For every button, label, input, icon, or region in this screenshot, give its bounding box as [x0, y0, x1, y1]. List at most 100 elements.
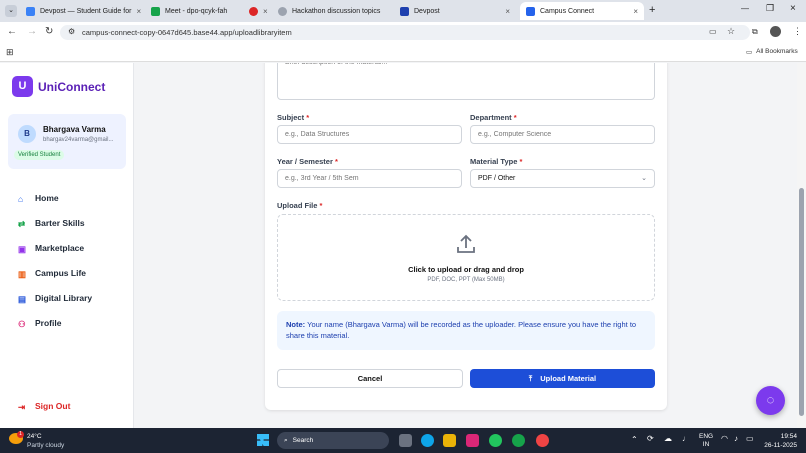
install-icon[interactable]: ▭	[709, 27, 717, 36]
year-label-text: Year / Semester	[277, 157, 333, 166]
profile-avatar[interactable]	[770, 26, 781, 37]
user-name: Bhargava Varma	[43, 125, 106, 134]
all-bookmarks-label: All Bookmarks	[756, 48, 798, 55]
sign-out-button[interactable]: ⇥ Sign Out	[18, 401, 70, 412]
subject-label: Subject *	[277, 113, 309, 122]
microphone-icon[interactable]: ♩	[682, 434, 690, 443]
weather-text: Partly cloudy	[27, 442, 65, 449]
upload-hint: PDF, DOC, PPT (Max 50MB)	[427, 277, 505, 283]
language-code: ENG	[699, 433, 714, 440]
tab-recording[interactable]: ×	[243, 2, 268, 20]
chrome-icon[interactable]	[536, 434, 549, 447]
language-indicator[interactable]: ENG IN	[699, 433, 713, 449]
meet-favicon-icon	[151, 6, 160, 16]
tab-campus-connect[interactable]: Campus Connect ×	[520, 2, 644, 20]
bookmark-star-icon[interactable]: ☆	[727, 26, 735, 37]
user-card[interactable]: B Bhargava Varma bhargav24varma@gmail...…	[8, 114, 126, 169]
nav-barter-skills[interactable]: ⇄ Barter Skills	[18, 218, 85, 229]
site-info-icon[interactable]: ⚙	[68, 27, 75, 36]
taskbar-search[interactable]: ⌕ Search	[277, 432, 389, 449]
description-textarea[interactable]	[277, 63, 655, 100]
material-type-select[interactable]: PDF / Other ⌄	[470, 169, 655, 188]
clock[interactable]: 19:54 26-11-2025	[761, 432, 797, 450]
material-type-value: PDF / Other	[478, 175, 516, 182]
minimize-icon[interactable]: —	[741, 4, 749, 13]
clock-time: 19:54	[780, 433, 797, 440]
sidebar: U UniConnect B Bhargava Varma bhargav24v…	[0, 63, 134, 428]
app-name[interactable]: UniConnect	[38, 80, 105, 94]
home-icon: ⌂	[18, 193, 24, 204]
weather-badge: 1	[17, 431, 24, 438]
nav-home[interactable]: ⌂ Home	[18, 193, 59, 204]
chevron-down-icon: ⌄	[641, 175, 647, 182]
subject-input[interactable]	[277, 125, 462, 144]
nav-profile[interactable]: ⚇ Profile	[18, 318, 62, 329]
department-input[interactable]	[470, 125, 655, 144]
note-label: Note:	[286, 320, 306, 329]
tab-devpost[interactable]: Devpost ×	[394, 2, 516, 20]
apps-grid-icon[interactable]: ⊞	[6, 47, 14, 58]
windows-start-icon[interactable]	[257, 434, 269, 446]
devpost-favicon-icon	[400, 6, 409, 16]
nav-marketplace[interactable]: ▣ Marketplace	[18, 243, 84, 254]
chat-icon[interactable]: ◌	[756, 386, 785, 415]
forward-icon[interactable]: →	[27, 26, 37, 37]
window-close-icon[interactable]: ×	[790, 3, 796, 14]
wifi-icon[interactable]: ◠	[721, 434, 728, 443]
task-view-icon[interactable]	[399, 434, 412, 447]
nav-digital-library[interactable]: ▤ Digital Library	[18, 293, 92, 304]
required-mark: *	[519, 157, 523, 166]
spotify-icon[interactable]	[489, 434, 502, 447]
upload-material-button[interactable]: ⤒ Upload Material	[470, 369, 655, 388]
all-bookmarks[interactable]: ▭ All Bookmarks	[746, 48, 798, 56]
tab-meet[interactable]: Meet - dpo-qcyk-fah	[145, 2, 243, 20]
close-icon[interactable]: ×	[263, 7, 268, 16]
url-field[interactable]: ⚙ campus-connect-copy-0647d645.base44.ap…	[60, 25, 750, 40]
edge-icon[interactable]	[421, 434, 434, 447]
uploader-note: Note: Your name (Bhargava Varma) will be…	[277, 311, 655, 350]
nav-label: Profile	[35, 318, 62, 328]
upload-form-card: Subject * Department * Year / Semester *…	[265, 63, 667, 410]
tab-label: Meet - dpo-qcyk-fah	[165, 7, 228, 15]
chevron-up-icon[interactable]: ⌃	[631, 435, 638, 444]
subject-label-text: Subject	[277, 113, 305, 122]
back-icon[interactable]: ←	[7, 26, 17, 37]
tab-devpost-guide[interactable]: Devpost — Student Guide for ×	[20, 2, 145, 20]
whatsapp-icon[interactable]	[512, 434, 525, 447]
verified-badge: Verified Student	[14, 150, 65, 160]
avatar: B	[18, 125, 36, 143]
page-scrollbar[interactable]	[797, 63, 806, 428]
volume-icon[interactable]: ♪	[734, 434, 738, 443]
cloud-icon[interactable]: ☁	[664, 434, 672, 443]
user-icon: ⚇	[18, 318, 26, 329]
close-icon[interactable]: ×	[136, 7, 141, 16]
browser-tab-bar: ⌄ Devpost — Student Guide for × Meet - dp…	[0, 0, 806, 22]
new-tab-icon[interactable]: +	[649, 4, 655, 16]
sync-icon[interactable]: ⟳	[647, 434, 654, 443]
menu-icon[interactable]: ⋮	[793, 26, 802, 37]
scrollbar-thumb[interactable]	[799, 188, 804, 416]
upload-dropzone[interactable]: Click to upload or drag and drop PDF, DO…	[277, 214, 655, 301]
tab-hackathon[interactable]: Hackathon discussion topics	[272, 2, 394, 20]
address-bar-row: ← → ↻ ⚙ campus-connect-copy-0647d645.bas…	[0, 22, 806, 43]
taskbar-search-label: Search	[292, 437, 314, 444]
restore-icon[interactable]: ❐	[766, 3, 774, 14]
battery-icon[interactable]: ▭	[746, 434, 754, 443]
instagram-icon[interactable]	[466, 434, 479, 447]
user-email: bhargav24varma@gmail...	[43, 137, 114, 143]
cancel-button[interactable]: Cancel	[277, 369, 463, 388]
close-icon[interactable]: ×	[505, 7, 510, 16]
search-icon: ⌕	[284, 436, 288, 444]
material-type-label: Material Type *	[470, 157, 522, 166]
close-icon[interactable]: ×	[633, 7, 638, 16]
tab-search-icon[interactable]: ⌄	[5, 5, 17, 17]
reload-icon[interactable]: ↻	[45, 26, 53, 37]
year-semester-input[interactable]	[277, 169, 462, 188]
app-logo[interactable]: U	[12, 76, 33, 97]
required-mark: *	[319, 201, 323, 210]
nav-label: Campus Life	[35, 268, 87, 278]
nav-campus-life[interactable]: ▥ Campus Life	[18, 268, 87, 279]
devpost-favicon-icon	[26, 6, 35, 16]
file-explorer-icon[interactable]	[443, 434, 456, 447]
cast-icon[interactable]: ⧉	[752, 27, 758, 37]
